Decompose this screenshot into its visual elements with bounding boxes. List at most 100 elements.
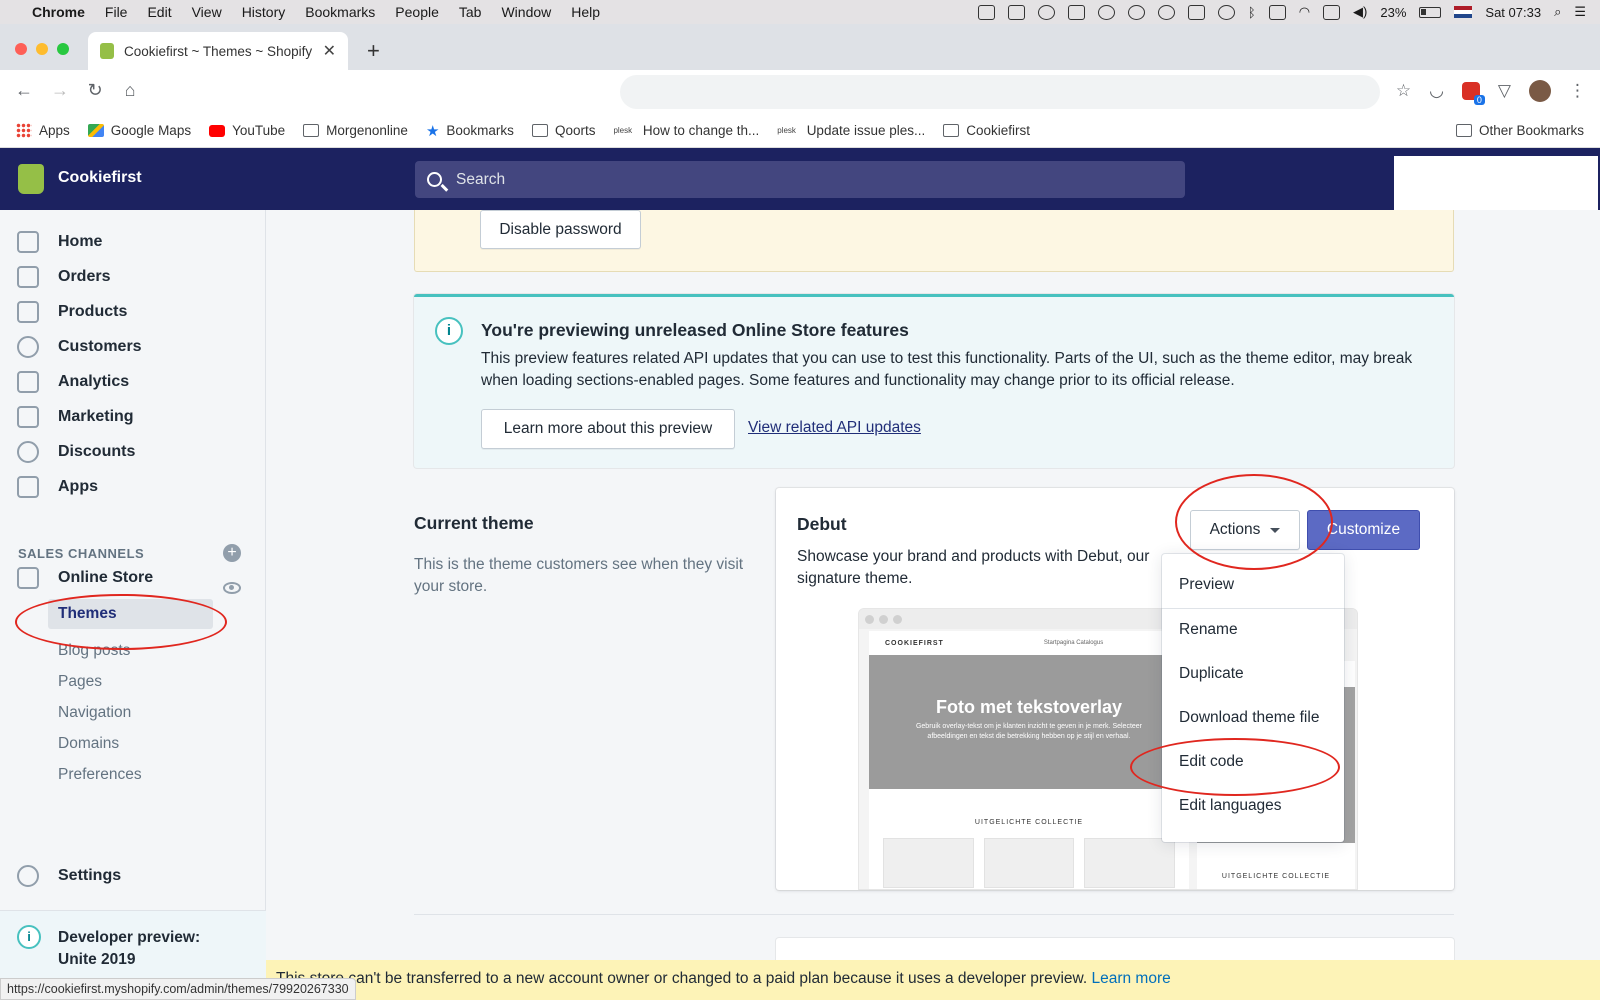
bluetooth-icon[interactable]: ᛒ [1248,5,1256,20]
bookmark-plesk-1[interactable]: plesk How to change th... [613,123,759,138]
subnav-preferences[interactable]: Preferences [58,766,142,784]
caret-down-icon [1270,527,1281,533]
home-icon [17,231,39,253]
mockup-mobile-collection: UITGELICHTE COLLECTIE [1221,873,1331,880]
learn-more-link[interactable]: Learn more [1091,970,1170,987]
circle-app-icon[interactable] [1097,4,1115,20]
maximize-window-button[interactable] [57,43,69,55]
preview-banner-body: This preview features related API update… [481,350,1413,389]
menu-item-edit-languages[interactable]: Edit languages [1179,797,1282,815]
subnav-navigation[interactable]: Navigation [58,704,131,722]
subnav-pages[interactable]: Pages [58,673,102,691]
close-window-button[interactable] [15,43,27,55]
add-sales-channel-icon[interactable]: + [223,544,241,562]
other-bookmarks[interactable]: Other Bookmarks [1455,123,1584,138]
customize-button[interactable]: Customize [1307,510,1420,550]
menu-tab[interactable]: Tab [459,4,482,20]
do-not-disturb-icon[interactable] [1157,4,1175,20]
mockup-nav-links: Startpagina Catalogus [1043,640,1104,646]
menu-item-rename[interactable]: Rename [1179,621,1238,639]
menu-bookmarks[interactable]: Bookmarks [305,4,375,20]
sidebar-item-analytics[interactable]: Analytics [17,371,129,393]
time-machine-icon[interactable] [1217,4,1235,20]
forward-button[interactable]: → [49,80,71,101]
menu-help[interactable]: Help [571,4,600,20]
bookmark-youtube[interactable]: YouTube [209,123,285,138]
sidebar-item-orders[interactable]: Orders [17,266,110,288]
notification-center-icon[interactable]: ☰ [1574,4,1586,20]
1password-icon[interactable] [1127,4,1145,20]
eye-icon[interactable] [223,582,241,594]
volume-icon[interactable]: ◀) [1353,4,1367,20]
shopify-logo-icon[interactable] [18,164,44,194]
bookmark-morgenonline[interactable]: Morgenonline [303,123,408,138]
battery-icon[interactable] [1419,6,1442,18]
back-button[interactable]: ← [13,80,35,101]
chrome-menu-icon[interactable]: ⋮ [1569,81,1586,101]
menu-item-duplicate[interactable]: Duplicate [1179,665,1244,683]
sidebar-item-apps[interactable]: Apps [17,476,98,498]
view-api-updates-link[interactable]: View related API updates [748,419,921,437]
bookmark-google-maps[interactable]: Google Maps [87,123,191,138]
disable-password-button[interactable]: Disable password [480,210,641,249]
menu-people[interactable]: People [395,4,439,20]
memory-icon[interactable] [1323,4,1341,20]
pdf-app-icon[interactable] [1187,4,1205,20]
sidebar-item-marketing[interactable]: Marketing [17,406,134,428]
brave-extension-icon[interactable]: ▽ [1498,81,1511,101]
new-tab-button[interactable]: + [367,38,380,64]
creative-cloud-icon[interactable] [1037,4,1055,20]
sidebar-item-customers[interactable]: Customers [17,336,142,358]
sidebar-item-products[interactable]: Products [17,301,127,323]
dropbox-icon[interactable] [977,4,995,20]
close-tab-icon[interactable]: ✕ [323,41,336,61]
menu-file[interactable]: File [105,4,128,20]
discount-icon [17,441,39,463]
airplay-icon[interactable] [1268,4,1286,20]
shield-app-icon[interactable] [1007,4,1025,20]
menu-app-name[interactable]: Chrome [32,4,85,20]
sidebar-item-label: Settings [58,867,122,884]
subnav-domains[interactable]: Domains [58,735,119,753]
browser-tab[interactable]: Cookiefirst ~ Themes ~ Shopify ✕ [88,32,348,70]
pocket-icon[interactable]: ◡ [1429,81,1444,101]
menu-view[interactable]: View [192,4,222,20]
bookmark-label: How to change th... [642,123,760,138]
bookmark-qoorts[interactable]: Qoorts [531,123,595,138]
bookmark-cookiefirst[interactable]: Cookiefirst [943,123,1030,138]
spotlight-search-icon[interactable]: ⌕ [1554,4,1561,20]
extension-icon[interactable]: 0 [1461,82,1485,105]
sidebar-item-settings[interactable]: Settings [17,865,121,887]
search-input[interactable]: Search [415,161,1185,198]
learn-more-preview-button[interactable]: Learn more about this preview [481,409,735,449]
menu-item-edit-code[interactable]: Edit code [1179,753,1244,771]
reload-button[interactable]: ↻ [84,80,106,101]
dashlane-icon[interactable] [1067,4,1085,20]
subnav-themes[interactable]: Themes [48,599,213,629]
profile-avatar[interactable] [1529,80,1551,102]
bookmark-apps[interactable]: Apps [16,123,70,138]
bookmark-plesk-2[interactable]: plesk Update issue ples... [777,123,925,138]
store-name[interactable]: Cookiefirst [58,169,142,187]
menu-item-download-theme[interactable]: Download theme file [1179,709,1319,727]
sidebar-item-online-store[interactable]: Online Store [17,567,153,589]
subnav-blog-posts[interactable]: Blog posts [58,642,130,660]
wifi-icon[interactable]: ◠ [1299,4,1310,20]
bookmark-star-icon[interactable]: ☆ [1396,81,1411,101]
menu-window[interactable]: Window [501,4,551,20]
clock[interactable]: Sat 07:33 [1485,5,1541,20]
menu-edit[interactable]: Edit [147,4,171,20]
sidebar-item-label: Products [58,303,128,320]
mockup-desktop-page: COOKIEFIRST Startpagina Catalogus Foto m… [869,631,1189,889]
preview-banner-title: You're previewing unreleased Online Stor… [481,320,909,340]
home-button[interactable]: ⌂ [119,80,141,101]
sidebar-item-home[interactable]: Home [17,231,102,253]
sidebar-item-discounts[interactable]: Discounts [17,441,135,463]
minimize-window-button[interactable] [36,43,48,55]
address-bar[interactable] [620,75,1380,109]
actions-button[interactable]: Actions [1190,510,1300,550]
dutch-flag-icon[interactable] [1454,6,1473,18]
bookmark-bookmarks[interactable]: ★ Bookmarks [426,122,514,140]
menu-history[interactable]: History [242,4,286,20]
menu-item-preview[interactable]: Preview [1179,576,1234,594]
